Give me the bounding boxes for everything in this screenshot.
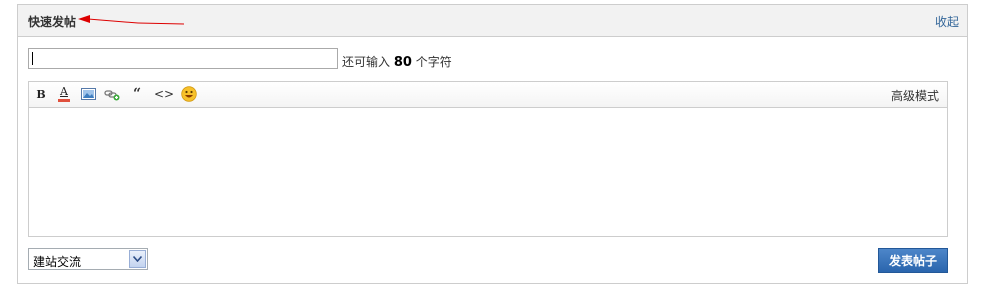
annotation-arrow-icon	[78, 15, 185, 25]
editor-toolbar: B A “ <> 高级模式	[29, 82, 947, 108]
submit-post-button[interactable]: 发表帖子	[878, 248, 948, 273]
forum-select[interactable]: 建站交流	[28, 248, 148, 270]
message-editor: B A “ <> 高级模式	[28, 81, 948, 237]
advanced-mode-link[interactable]: 高级模式	[891, 87, 939, 104]
chevron-down-icon[interactable]	[129, 250, 146, 268]
collapse-link[interactable]: 收起	[935, 13, 959, 30]
quote-icon[interactable]: “	[129, 86, 145, 102]
quick-post-panel: 快速发帖 收起 还可输入 80 个字符 B A “ <> 高级模式 建站交流 发…	[17, 4, 968, 284]
smiley-icon[interactable]	[181, 86, 197, 102]
code-glyph: <>	[153, 87, 175, 101]
forum-select-value: 建站交流	[33, 255, 82, 269]
bold-icon[interactable]: B	[33, 86, 49, 102]
link-icon[interactable]	[104, 86, 120, 102]
font-color-icon[interactable]: A	[56, 86, 72, 102]
char-count-value: 80	[393, 55, 412, 70]
image-icon[interactable]	[80, 86, 96, 102]
char-count-hint: 还可输入 80 个字符	[342, 53, 452, 70]
quote-glyph: “	[132, 86, 142, 102]
panel-header: 快速发帖 收起	[18, 5, 967, 37]
code-icon[interactable]: <>	[154, 86, 174, 102]
bold-glyph: B	[36, 87, 46, 101]
message-textarea[interactable]	[29, 108, 947, 236]
text-caret	[32, 52, 33, 65]
font-color-glyph: A	[60, 84, 68, 98]
subject-input[interactable]	[28, 48, 338, 69]
panel-title: 快速发帖	[28, 15, 77, 29]
char-count-suffix: 个字符	[415, 55, 452, 69]
char-count-prefix: 还可输入	[342, 55, 391, 69]
